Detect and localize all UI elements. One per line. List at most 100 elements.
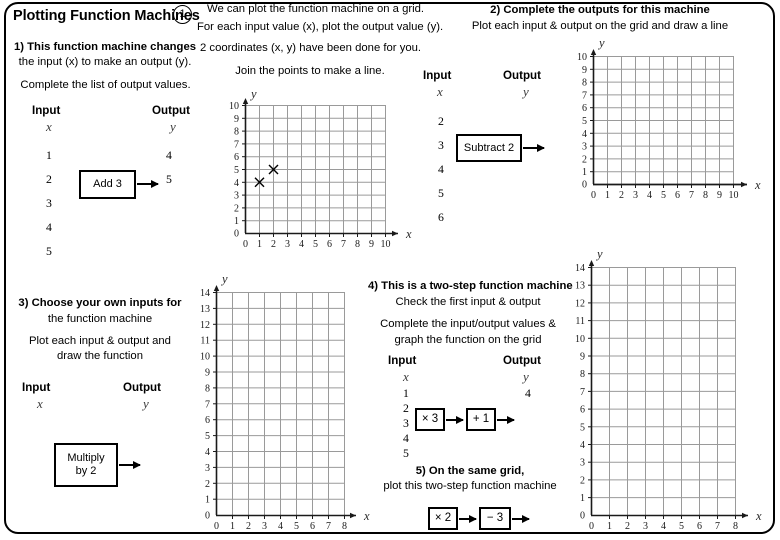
svg-text:2: 2 xyxy=(205,479,210,490)
q1-output-3[interactable] xyxy=(166,220,176,232)
svg-text:5: 5 xyxy=(234,165,239,176)
q2-input-2[interactable]: 4 xyxy=(438,162,444,177)
svg-text:8: 8 xyxy=(355,239,360,250)
q4-function-machine-1[interactable]: × 3 xyxy=(415,408,445,431)
q4-output-0[interactable]: 4 xyxy=(525,386,531,401)
q2-input-1[interactable]: 3 xyxy=(438,138,444,153)
grid-q2[interactable]: 01 23 45 67 89 10 01 23 45 67 89 10 x y xyxy=(575,34,770,219)
q2-input-3[interactable]: 5 xyxy=(438,186,444,201)
svg-text:10: 10 xyxy=(577,52,587,63)
q3-input-header: Input xyxy=(22,381,51,394)
svg-text:7: 7 xyxy=(580,387,585,398)
q4-machine2-arrow-icon xyxy=(497,415,515,424)
q4-input-4[interactable]: 5 xyxy=(403,446,409,461)
q4-output-3[interactable] xyxy=(525,431,535,443)
q1-input-1[interactable]: 2 xyxy=(46,172,52,187)
svg-text:4: 4 xyxy=(661,521,666,532)
svg-text:3: 3 xyxy=(643,521,648,532)
svg-text:10: 10 xyxy=(729,190,739,201)
q2-function-machine[interactable]: Subtract 2 xyxy=(456,134,522,162)
q4-output-header: Output xyxy=(503,354,541,367)
q1-output-header: Output xyxy=(152,104,190,117)
svg-text:13: 13 xyxy=(575,281,585,292)
svg-text:8: 8 xyxy=(580,369,585,380)
q4-input-2[interactable]: 3 xyxy=(403,416,409,431)
q1-input-0[interactable]: 1 xyxy=(46,148,52,163)
svg-text:0: 0 xyxy=(205,511,210,522)
svg-text:8: 8 xyxy=(582,78,587,89)
q1-input-3[interactable]: 4 xyxy=(46,220,52,235)
q2-line-1: 2) Complete the outputs for this machine xyxy=(490,4,710,16)
q1-input-2[interactable]: 3 xyxy=(46,196,52,211)
svg-text:9: 9 xyxy=(234,114,239,125)
page-number-badge: 1 xyxy=(173,5,192,24)
svg-text:10: 10 xyxy=(229,101,239,112)
q3-machine-label-line2: by 2 xyxy=(75,465,97,477)
q4-output-2[interactable] xyxy=(525,416,535,428)
svg-text:7: 7 xyxy=(341,239,346,250)
q1-function-machine[interactable]: Add 3 xyxy=(79,170,136,199)
q4-line-3: Complete the input/output values & xyxy=(380,318,556,330)
q2-output-4[interactable] xyxy=(522,210,532,222)
svg-text:11: 11 xyxy=(575,316,585,327)
intro-line-3: 2 coordinates (x, y) have been done for … xyxy=(200,42,422,54)
grid-q1[interactable]: 01 23 45 67 89 10 01 23 45 67 89 10 x y xyxy=(228,88,418,268)
q5-machine2-arrow-icon xyxy=(512,514,530,523)
svg-text:8: 8 xyxy=(733,521,738,532)
q1-output-4[interactable] xyxy=(166,244,176,256)
svg-text:14: 14 xyxy=(200,288,210,299)
svg-text:5: 5 xyxy=(582,116,587,127)
svg-text:6: 6 xyxy=(327,239,332,250)
intro-line-4: Join the points to make a line. xyxy=(235,65,385,77)
svg-text:10: 10 xyxy=(381,239,391,250)
svg-text:4: 4 xyxy=(299,239,304,250)
q4-output-4[interactable] xyxy=(525,446,535,458)
q4-input-1[interactable]: 2 xyxy=(403,401,409,416)
svg-text:1: 1 xyxy=(205,495,210,506)
q2-output-2[interactable] xyxy=(522,162,532,174)
q1-input-header: Input xyxy=(32,104,61,117)
q4-input-0[interactable]: 1 xyxy=(403,386,409,401)
svg-text:3: 3 xyxy=(262,521,267,532)
svg-text:2: 2 xyxy=(580,475,585,486)
q1-output-var: y xyxy=(170,119,176,134)
svg-text:12: 12 xyxy=(200,320,210,331)
q1-output-1[interactable]: 5 xyxy=(166,172,172,187)
q2-line-2: Plot each input & output on the grid and… xyxy=(471,20,729,32)
svg-text:0: 0 xyxy=(580,511,585,522)
grid-q4[interactable]: 0 1 2 3 4 5 6 7 8 0 1 2 3 4 5 6 7 8 9 10 11 12 13 1… xyxy=(568,243,768,538)
q4-output-1[interactable] xyxy=(525,401,535,413)
q3-function-machine[interactable]: Multiply by 2 xyxy=(54,443,118,487)
svg-text:9: 9 xyxy=(369,239,374,250)
intro-line-1: We can plot the function machine on a gr… xyxy=(207,3,425,15)
svg-text:4: 4 xyxy=(647,190,652,201)
q4-input-3[interactable]: 4 xyxy=(403,431,409,446)
q1-input-var: x xyxy=(46,119,52,134)
svg-text:0: 0 xyxy=(589,521,594,532)
q1-input-4[interactable]: 5 xyxy=(46,244,52,259)
svg-text:8: 8 xyxy=(205,383,210,394)
svg-text:1: 1 xyxy=(607,521,612,532)
q2-input-0[interactable]: 2 xyxy=(438,114,444,129)
q5-function-machine-1[interactable]: × 2 xyxy=(428,507,458,530)
q1-output-0[interactable]: 4 xyxy=(166,148,172,163)
svg-text:2: 2 xyxy=(625,521,630,532)
svg-text:3: 3 xyxy=(580,458,585,469)
svg-text:5: 5 xyxy=(205,431,210,442)
grid-q3[interactable]: 01 23 45 67 8 01 23 45 67 89 10 11 12 13 1… xyxy=(198,268,373,540)
q1-line-3: Complete the list of output values. xyxy=(20,79,191,91)
q2-output-0[interactable] xyxy=(522,114,532,126)
svg-text:9: 9 xyxy=(580,352,585,363)
q2-output-3[interactable] xyxy=(522,186,532,198)
q2-input-4[interactable]: 6 xyxy=(438,210,444,225)
svg-text:1: 1 xyxy=(580,493,585,504)
q1-output-2[interactable] xyxy=(166,196,176,208)
svg-text:1: 1 xyxy=(230,521,235,532)
svg-text:5: 5 xyxy=(661,190,666,201)
q5-function-machine-2[interactable]: − 3 xyxy=(479,507,511,530)
svg-text:2: 2 xyxy=(234,203,239,214)
q4-function-machine-2[interactable]: + 1 xyxy=(466,408,496,431)
svg-text:2: 2 xyxy=(582,154,587,165)
svg-text:6: 6 xyxy=(234,152,239,163)
q3-line-3: Plot each input & output and xyxy=(29,335,171,347)
